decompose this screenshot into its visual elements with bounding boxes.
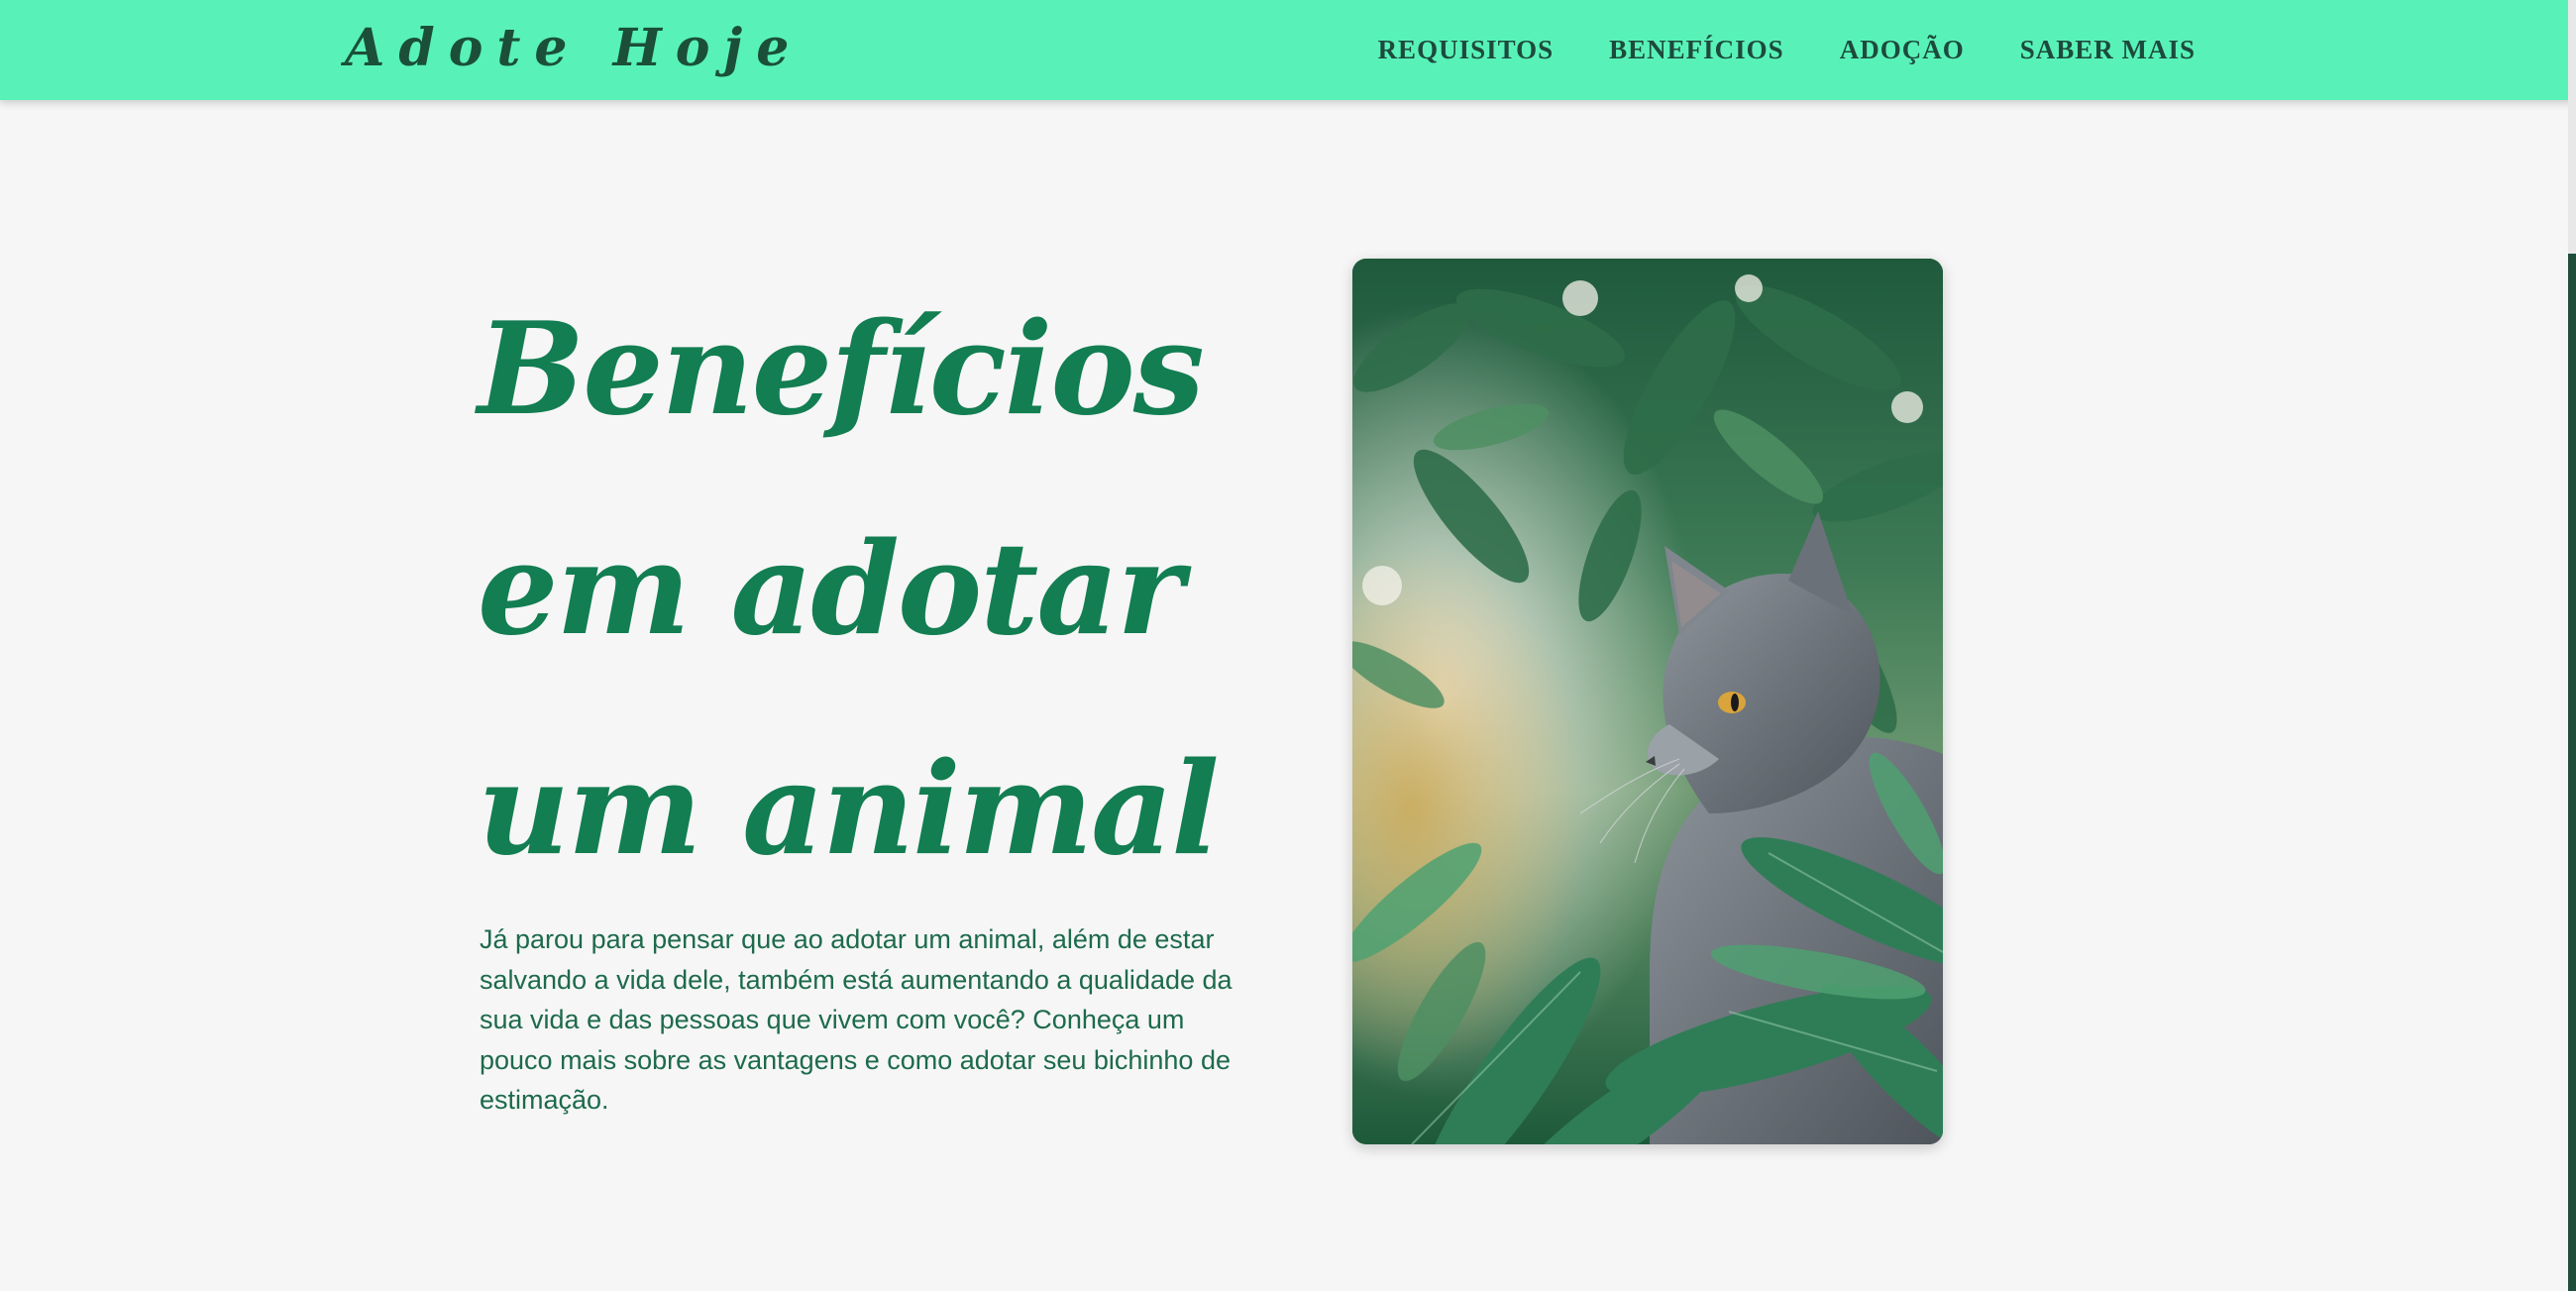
cat-in-leaves-photo-icon: [1352, 259, 1943, 1144]
page: Adote Hoje REQUISITOS BENEFÍCIOS ADOÇÃO …: [0, 0, 2576, 1291]
main-nav: REQUISITOS BENEFÍCIOS ADOÇÃO SABER MAIS: [1378, 30, 2196, 69]
nav-link-adocao[interactable]: ADOÇÃO: [1840, 35, 1965, 64]
cat-photo: [1352, 259, 1943, 1144]
nav-link-saber-mais[interactable]: SABER MAIS: [2020, 35, 2196, 64]
hero-title: Benefícios em adotar um animal: [478, 295, 1220, 884]
nav-item-requisitos: REQUISITOS: [1378, 30, 1555, 69]
nav-item-saber-mais: SABER MAIS: [2020, 30, 2196, 69]
nav-link-requisitos[interactable]: REQUISITOS: [1378, 35, 1555, 64]
top-navbar: Adote Hoje REQUISITOS BENEFÍCIOS ADOÇÃO …: [0, 0, 2576, 100]
nav-item-beneficios: BENEFÍCIOS: [1609, 30, 1784, 69]
hero-paragraph: Já parou para pensar que ao adotar um an…: [480, 924, 1233, 1115]
scrollbar-thumb[interactable]: [2568, 254, 2576, 1291]
nav-link-beneficios[interactable]: BENEFÍCIOS: [1609, 35, 1784, 64]
site-logo[interactable]: Adote Hoje: [345, 14, 803, 83]
nav-item-adocao: ADOÇÃO: [1840, 30, 1965, 69]
